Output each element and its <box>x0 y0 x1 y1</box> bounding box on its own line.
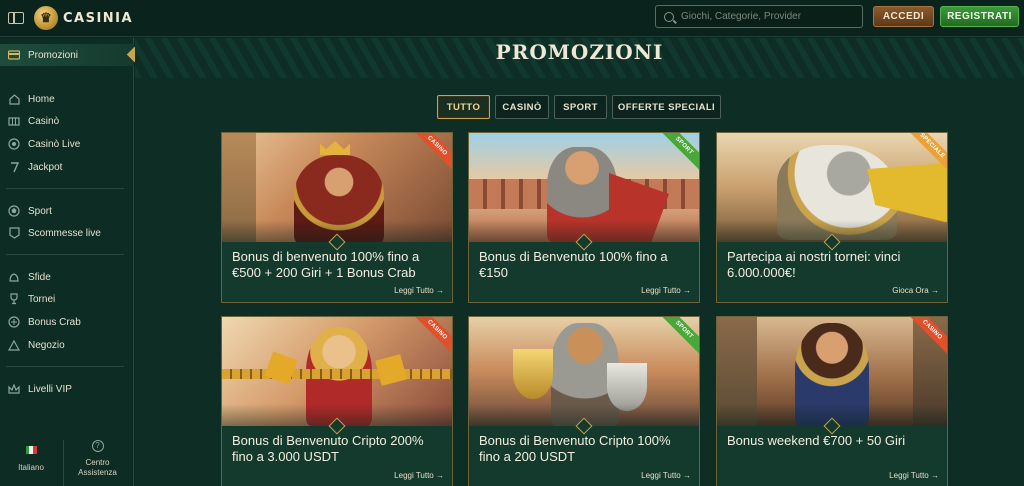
question-icon: ? <box>91 440 104 452</box>
sidebar-item-label: Promozioni <box>28 49 79 61</box>
promo-card[interactable]: CASINO Bonus di benvenuto 100% fino a €5… <box>221 132 453 303</box>
live-bet-icon <box>8 227 20 239</box>
sidebar-item-label: Home <box>28 93 55 105</box>
arrow-right-icon: → <box>683 471 691 480</box>
sidebar-item-casino[interactable]: Casinò <box>0 111 134 131</box>
search-icon <box>664 11 674 22</box>
sidebar-item-scommesse-live[interactable]: Scommesse live <box>0 223 134 243</box>
promo-link[interactable]: Leggi Tutto → <box>394 286 444 295</box>
sidebar-item-promozioni[interactable]: Promozioni <box>0 44 143 66</box>
promo-link-label: Leggi Tutto <box>641 286 681 295</box>
tab-casino[interactable]: CASINÒ <box>495 95 549 119</box>
sidebar-item-home[interactable]: Home <box>0 89 134 109</box>
promo-image-king: CASINO <box>222 133 452 242</box>
sidebar: Promozioni Home Casinò Casinò Live Jackp… <box>0 38 143 486</box>
promo-card[interactable]: SPECIALE Partecipa ai nostri tornei: vin… <box>716 132 948 303</box>
arrow-right-icon: → <box>931 471 939 480</box>
crown-logo-icon: ♛ <box>34 6 58 30</box>
top-bar: ♛ CASINIA ACCEDI REGISTRATI <box>0 0 1024 37</box>
sidebar-item-label: Negozio <box>28 339 65 351</box>
sidebar-divider <box>6 366 124 367</box>
sidebar-item-label: Sport <box>28 205 52 217</box>
sidebar-item-livelli-vip[interactable]: Livelli VIP <box>0 379 134 399</box>
vip-icon <box>8 383 20 395</box>
italy-flag-icon <box>25 446 37 454</box>
sport-ball-icon <box>8 205 20 217</box>
promo-link-label: Leggi Tutto <box>641 471 681 480</box>
main-content: PROMOZIONI TUTTO CASINÒ SPORT OFFERTE SP… <box>135 38 1024 486</box>
language-label: Italiano <box>18 463 44 472</box>
sidebar-item-sport[interactable]: Sport <box>0 201 134 221</box>
arrow-right-icon: → <box>683 286 691 295</box>
sidebar-item-bonus-crab[interactable]: Bonus Crab <box>0 312 134 332</box>
sidebar-item-label: Casinò <box>28 115 60 127</box>
sidebar-divider <box>6 188 124 189</box>
home-icon <box>8 93 20 105</box>
search-box[interactable] <box>655 5 863 28</box>
sidebar-item-label: Jackpot <box>28 161 63 173</box>
promo-link[interactable]: Gioca Ora → <box>892 286 939 295</box>
trophy-icon <box>8 293 20 305</box>
promo-image-gladiator: SPORT <box>469 133 699 242</box>
category-ribbon: CASINO <box>407 133 452 176</box>
promo-link[interactable]: Leggi Tutto → <box>394 471 444 480</box>
search-input[interactable] <box>681 11 851 22</box>
tab-sport[interactable]: SPORT <box>554 95 607 119</box>
promo-card[interactable]: CASINO Bonus di Benvenuto Cripto 200% fi… <box>221 316 453 486</box>
arrow-right-icon: → <box>931 286 939 295</box>
sidebar-item-label: Bonus Crab <box>28 316 81 328</box>
sidebar-item-label: Casinò Live <box>28 138 81 150</box>
category-ribbon: CASINO <box>407 317 452 360</box>
sidebar-footer-divider <box>63 440 64 486</box>
login-button[interactable]: ACCEDI <box>873 6 934 27</box>
sidebar-item-jackpot[interactable]: Jackpot <box>0 157 134 177</box>
shop-icon <box>8 339 20 351</box>
promo-image-knight: SPECIALE <box>717 133 947 242</box>
language-selector[interactable]: Italiano <box>8 446 54 472</box>
arrow-right-icon: → <box>436 286 444 295</box>
sidebar-item-tornei[interactable]: Tornei <box>0 289 134 309</box>
promo-link-label: Gioca Ora <box>892 286 929 295</box>
category-ribbon: SPORT <box>654 317 699 360</box>
promo-link-label: Leggi Tutto <box>889 471 929 480</box>
challenge-icon <box>8 271 20 283</box>
category-ribbon: SPORT <box>654 133 699 176</box>
sidebar-item-casino-live[interactable]: Casinò Live <box>0 134 134 154</box>
casino-icon <box>8 115 20 127</box>
sidebar-toggle-icon[interactable] <box>8 12 24 24</box>
crab-icon <box>8 316 20 328</box>
promo-link-label: Leggi Tutto <box>394 471 434 480</box>
promo-card-icon <box>8 49 20 61</box>
brand-name: CASINIA <box>63 10 134 26</box>
help-center-link[interactable]: ? Centro Assistenza <box>70 440 125 478</box>
promo-tabs: TUTTO CASINÒ SPORT OFFERTE SPECIALI <box>437 95 721 119</box>
tab-offerte-speciali[interactable]: OFFERTE SPECIALI <box>612 95 721 119</box>
sidebar-item-label: Tornei <box>28 293 56 305</box>
sidebar-item-label: Scommesse live <box>28 227 101 239</box>
promo-card[interactable]: CASINO Bonus weekend €700 + 50 Giri Legg… <box>716 316 948 486</box>
promo-card[interactable]: SPORT Bonus di Benvenuto Cripto 100% fin… <box>468 316 700 486</box>
promo-link[interactable]: Leggi Tutto → <box>889 471 939 480</box>
promo-image-heroine: CASINO <box>717 317 947 426</box>
arrow-right-icon: → <box>436 471 444 480</box>
page-title: PROMOZIONI <box>495 40 664 64</box>
live-icon <box>8 138 20 150</box>
tab-tutto[interactable]: TUTTO <box>437 95 490 119</box>
jackpot-icon <box>8 161 20 173</box>
promo-link[interactable]: Leggi Tutto → <box>641 471 691 480</box>
logo[interactable]: ♛ CASINIA <box>34 6 133 30</box>
help-center-label: Centro Assistenza <box>78 458 117 477</box>
promo-image-queen: CASINO <box>222 317 452 426</box>
promo-link[interactable]: Leggi Tutto → <box>641 286 691 295</box>
promo-card[interactable]: SPORT Bonus di Benvenuto 100% fino a €15… <box>468 132 700 303</box>
promo-link-label: Leggi Tutto <box>394 286 434 295</box>
sidebar-item-label: Sfide <box>28 271 51 283</box>
sidebar-item-sfide[interactable]: Sfide <box>0 267 134 287</box>
sidebar-divider <box>6 254 124 255</box>
sidebar-item-negozio[interactable]: Negozio <box>0 335 134 355</box>
promo-image-trophies: SPORT <box>469 317 699 426</box>
sidebar-item-label: Livelli VIP <box>28 383 72 395</box>
register-button[interactable]: REGISTRATI <box>940 6 1019 27</box>
